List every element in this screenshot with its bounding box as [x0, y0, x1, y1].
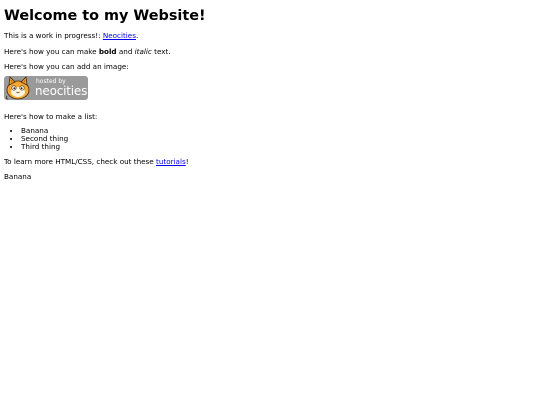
image-paragraph: Here's how you can add an image: — [4, 61, 129, 71]
list-item: Second thing — [21, 134, 536, 143]
intro-prefix: This is a work in progress!: — [4, 31, 103, 41]
page: Welcome to my Website! This is a work in… — [0, 0, 540, 405]
list-intro: Here's how to make a list: — [4, 111, 98, 121]
example-list: Banana Second thing Third thing — [4, 126, 536, 151]
neocities-link[interactable]: Neocities — [103, 31, 136, 40]
page-title: Welcome to my Website! — [4, 8, 206, 24]
list-item: Third thing — [21, 142, 536, 151]
formatting-before: Here's how you can make — [4, 46, 99, 56]
tutorial-suffix: ! — [185, 156, 189, 166]
formatting-middle: and — [116, 46, 135, 56]
intro-paragraph: This is a work in progress!: Neocities. — [4, 32, 536, 40]
footer-text: Banana — [4, 172, 32, 182]
neocities-cat-icon — [5, 76, 30, 100]
list-item: Banana — [21, 126, 536, 135]
formatting-after: text. — [151, 46, 171, 56]
intro-suffix: . — [135, 31, 139, 41]
tutorial-paragraph: To learn more HTML/CSS, check out these … — [4, 156, 536, 166]
hosted-by-neocities-badge[interactable]: hosted by neocities — [4, 76, 88, 101]
bold-text: bold — [98, 46, 117, 56]
tutorials-link[interactable]: tutorials — [156, 157, 186, 166]
tutorial-prefix: To learn more HTML/CSS, check out these — [4, 156, 157, 166]
formatting-paragraph: Here's how you can make bold and italic … — [4, 46, 536, 56]
badge-neocities: neocities — [35, 84, 88, 99]
badge-text: hosted by neocities — [35, 79, 88, 99]
italic-text: italic — [134, 46, 152, 56]
